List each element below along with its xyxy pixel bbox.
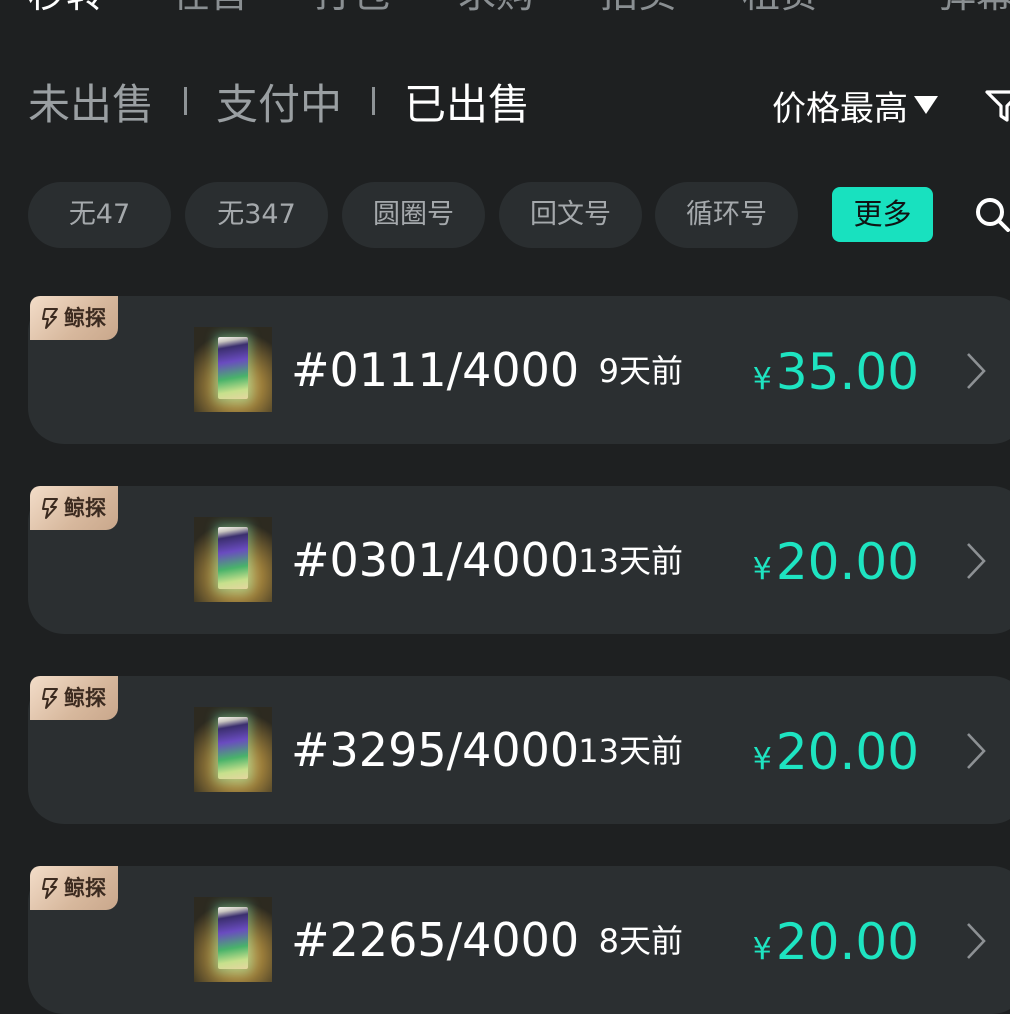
lightning-icon [42,688,58,709]
sold-item-list: 鲸探 #0111/4000 9天前 ¥35.00 鲸探 #0301/4000 1… [0,0,1010,1014]
sold-time: 13天前 [578,542,683,580]
sold-time: 13天前 [578,732,683,770]
serial-number: #2265/4000 [291,913,580,967]
currency-symbol: ¥ [752,932,772,967]
serial-number: #3295/4000 [291,723,580,777]
price-value: 20.00 [775,533,919,591]
platform-badge: 鲸探 [30,866,118,910]
price: ¥20.00 [753,722,919,794]
lightning-icon [42,308,58,329]
badge-label: 鲸探 [64,306,106,330]
list-item[interactable]: 鲸探 #0111/4000 9天前 ¥35.00 [28,296,1010,444]
serial-number: #0111/4000 [291,343,580,397]
chevron-right-icon [967,543,986,579]
chevron-right-icon [967,353,986,389]
list-item[interactable]: 鲸探 #2265/4000 8天前 ¥20.00 [28,866,1010,1014]
list-item[interactable]: 鲸探 #3295/4000 13天前 ¥20.00 [28,676,1010,824]
currency-symbol: ¥ [752,742,772,777]
chevron-right-icon [967,733,986,769]
serial-number: #0301/4000 [291,533,580,587]
nft-thumbnail [194,707,272,792]
chevron-right-icon [967,923,986,959]
badge-label: 鲸探 [64,496,106,520]
platform-badge: 鲸探 [30,296,118,340]
lightning-icon [42,878,58,899]
price: ¥20.00 [753,532,919,604]
price-value: 20.00 [775,913,919,971]
list-item[interactable]: 鲸探 #0301/4000 13天前 ¥20.00 [28,486,1010,634]
price-value: 35.00 [775,343,919,401]
platform-badge: 鲸探 [30,486,118,530]
nft-thumbnail [194,517,272,602]
currency-symbol: ¥ [752,362,772,397]
badge-label: 鲸探 [64,686,106,710]
nft-thumbnail [194,897,272,982]
currency-symbol: ¥ [752,552,772,587]
badge-label: 鲸探 [64,876,106,900]
lightning-icon [42,498,58,519]
price: ¥35.00 [753,342,919,414]
price: ¥20.00 [753,912,919,984]
sold-time: 8天前 [598,922,683,960]
sold-time: 9天前 [598,352,683,390]
price-value: 20.00 [775,723,919,781]
nft-thumbnail [194,327,272,412]
platform-badge: 鲸探 [30,676,118,720]
